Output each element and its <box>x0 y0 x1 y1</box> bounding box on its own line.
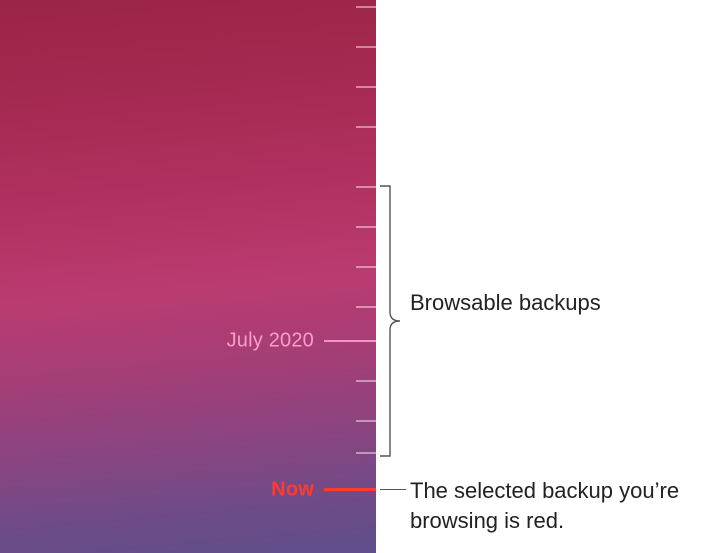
timeline-panel: July 2020 Now <box>0 0 376 553</box>
timeline-tick[interactable] <box>356 266 376 268</box>
annotation-selected: The selected backup you’re browsing is r… <box>410 476 695 535</box>
timeline-tick[interactable] <box>356 126 376 128</box>
timeline-tick[interactable] <box>356 226 376 228</box>
timeline-tick-labeled[interactable] <box>324 340 376 342</box>
timeline-tick[interactable] <box>356 86 376 88</box>
timeline-tick[interactable] <box>356 186 376 188</box>
timeline-label-now: Now <box>271 479 314 502</box>
timeline-tick[interactable] <box>356 420 376 422</box>
callout-line <box>380 489 406 490</box>
timeline-tick[interactable] <box>356 46 376 48</box>
timeline-tick[interactable] <box>356 380 376 382</box>
bracket-icon <box>378 182 410 460</box>
timeline-tick[interactable] <box>356 452 376 454</box>
timeline-tick[interactable] <box>356 6 376 8</box>
annotation-browsable: Browsable backups <box>410 288 695 318</box>
timeline-label-july: July 2020 <box>227 330 314 353</box>
timeline-tick[interactable] <box>356 306 376 308</box>
timeline-tick-now[interactable] <box>324 488 376 491</box>
